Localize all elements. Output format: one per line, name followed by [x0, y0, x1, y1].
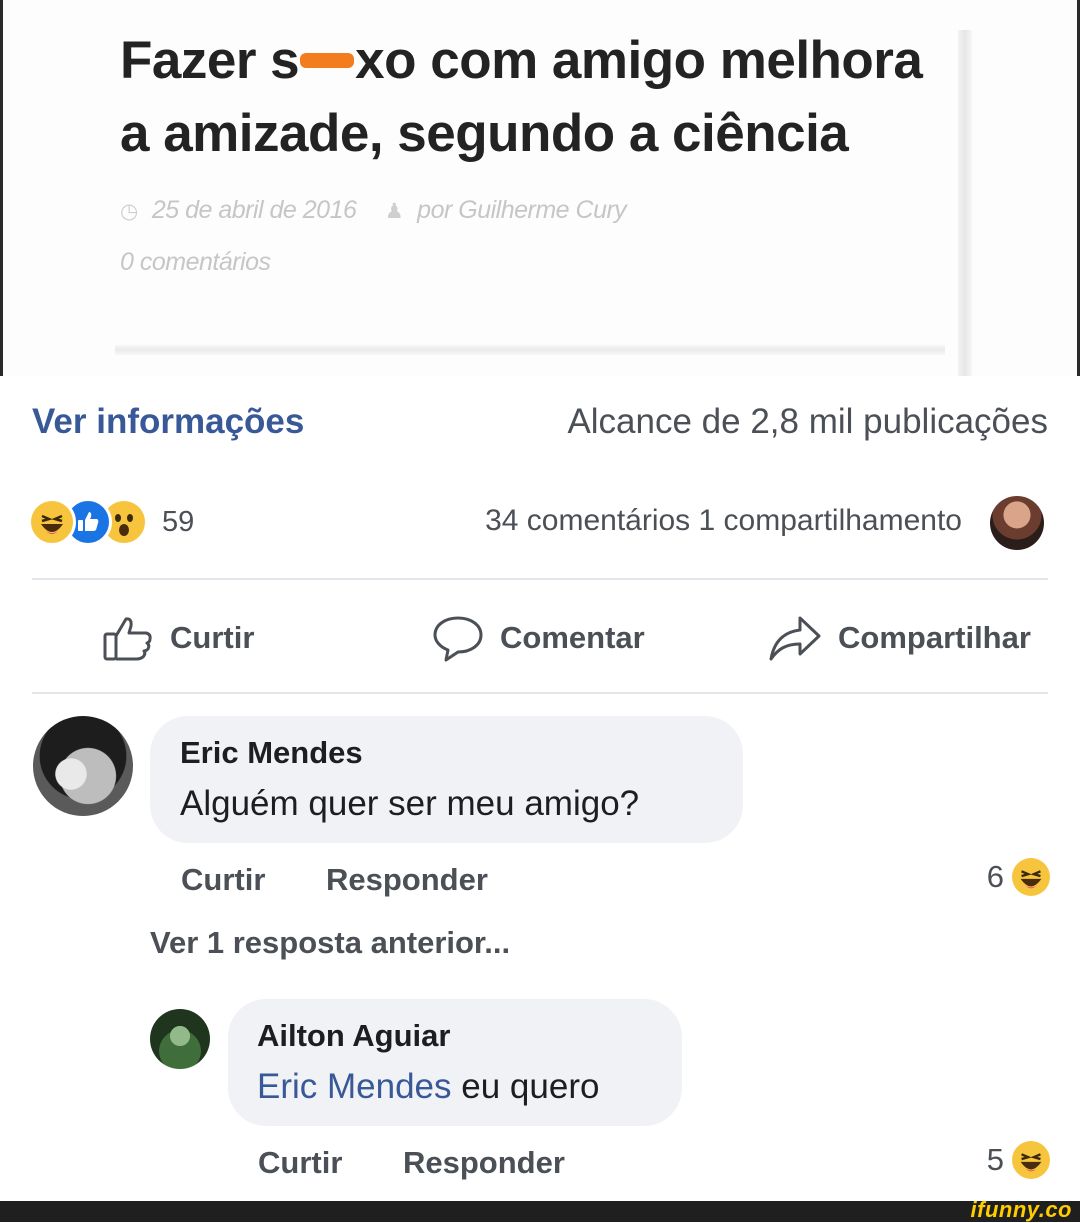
left-border — [0, 0, 3, 376]
comment-reaction-number: 6 — [986, 859, 1004, 894]
comment-reply-button[interactable]: Responder — [326, 862, 488, 898]
comment-button[interactable]: Comentar — [432, 612, 645, 664]
comment-author[interactable]: Eric Mendes — [180, 735, 363, 771]
speech-bubble-icon — [433, 616, 483, 662]
footer-bar: ifunny.co — [0, 1197, 1080, 1222]
viewer-avatar[interactable] — [990, 496, 1044, 550]
post-reach: Alcance de 2,8 mil publicações — [567, 402, 1048, 441]
comment-share-counts[interactable]: 34 comentários 1 compartilhamento — [485, 504, 962, 538]
user-icon: ♟ — [384, 200, 404, 223]
reply-reaction-number: 5 — [986, 1142, 1004, 1177]
like-label: Curtir — [170, 620, 255, 655]
article-comments-count: 0 comentários — [120, 248, 271, 276]
article-title: Fazer s xo com amigo melhora a amizade, s… — [120, 31, 923, 163]
reply-reaction-count[interactable]: 5 — [987, 1141, 1050, 1179]
reply-body: eu quero — [461, 1067, 600, 1106]
reply-text: Eric Mendes eu quero — [257, 1067, 599, 1107]
article-meta: ◷ 25 de abril de 2016 ♟ por Guilherme Cury — [120, 196, 627, 225]
view-insights-link[interactable]: Ver informações — [32, 402, 304, 442]
censor-bar — [300, 52, 355, 68]
divider-bottom — [32, 692, 1048, 694]
article-author: por Guilherme Cury — [417, 196, 627, 224]
reaction-count: 59 — [162, 505, 195, 538]
article-card: Fazer s xo com amigo melhora a amizade, s… — [0, 0, 1080, 376]
article-date: 25 de abril de 2016 — [151, 196, 357, 224]
share-label: Compartilhar — [838, 620, 1031, 655]
thumbs-up-icon — [103, 617, 152, 661]
comment-text: Alguém quer ser meu amigo? — [180, 784, 640, 823]
mention-link[interactable]: Eric Mendes — [257, 1067, 452, 1106]
share-arrow-icon — [769, 616, 821, 661]
comment-label: Comentar — [500, 620, 645, 655]
eric-mendes-avatar[interactable] — [33, 716, 133, 816]
ifunny-watermark: ifunny.co — [970, 1197, 1072, 1222]
view-previous-replies-link[interactable]: Ver 1 resposta anterior... — [150, 925, 510, 961]
comment-reaction-count[interactable]: 6 — [987, 858, 1050, 896]
like-button[interactable]: Curtir — [102, 612, 254, 664]
reactions-summary[interactable]: 59 — [28, 497, 194, 547]
card-shadow-right — [958, 30, 972, 376]
reply-author[interactable]: Ailton Aguiar — [257, 1018, 450, 1054]
reply-reply-button[interactable]: Responder — [403, 1145, 565, 1181]
share-button[interactable]: Compartilhar — [768, 612, 1031, 664]
card-shadow-bottom — [115, 345, 945, 355]
haha-reaction-icon — [28, 498, 76, 546]
divider-top — [32, 578, 1048, 580]
haha-reaction-icon — [1012, 1141, 1050, 1179]
ailton-aguiar-avatar[interactable] — [150, 1009, 210, 1069]
reply-like-button[interactable]: Curtir — [258, 1145, 342, 1181]
haha-reaction-icon — [1012, 858, 1050, 896]
clock-icon: ◷ — [120, 200, 138, 223]
comment-like-button[interactable]: Curtir — [181, 862, 265, 898]
